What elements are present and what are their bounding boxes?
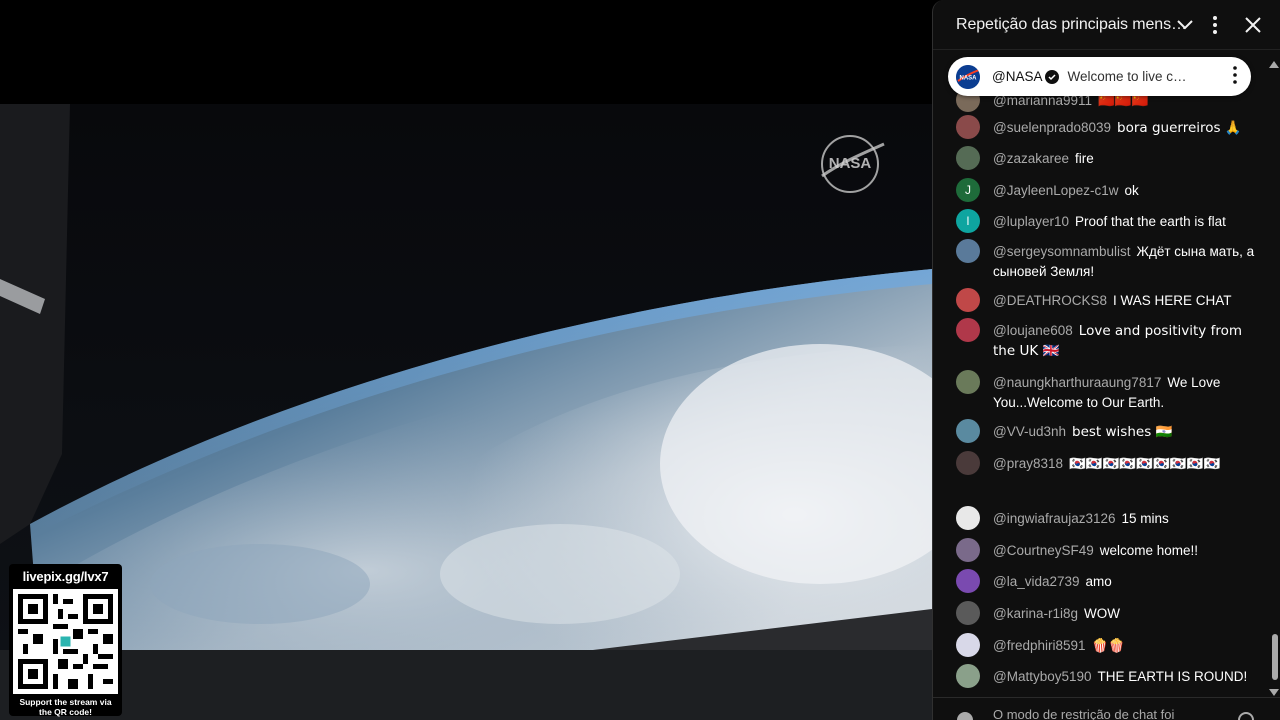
scroll-down-arrow-icon[interactable] bbox=[1269, 684, 1279, 696]
avatar bbox=[956, 664, 980, 688]
chevron-down-icon[interactable] bbox=[1173, 13, 1197, 37]
chat-message[interactable]: @ingwiafraujaz3126 15 mins bbox=[956, 506, 1256, 530]
message-text: THE EARTH IS ROUND! bbox=[1097, 669, 1248, 684]
chat-message[interactable]: @pray8318 🇰🇷🇰🇷🇰🇷🇰🇷🇰🇷🇰🇷🇰🇷🇰🇷🇰🇷 bbox=[956, 451, 1256, 475]
chat-message[interactable]: @zazakaree fire bbox=[956, 146, 1256, 170]
nasa-watermark-logo: NASA bbox=[818, 132, 886, 194]
avatar bbox=[956, 370, 980, 394]
avatar bbox=[956, 601, 980, 625]
message-author[interactable]: @pray8318 bbox=[993, 456, 1063, 471]
chat-message[interactable]: @karina-r1i8g WOW bbox=[956, 601, 1256, 625]
pinned-text: Welcome to live c… bbox=[1067, 69, 1187, 84]
avatar bbox=[956, 288, 980, 312]
close-icon[interactable] bbox=[1241, 13, 1265, 37]
message-text: I WAS HERE CHAT bbox=[1112, 293, 1232, 308]
qr-caption: Support the stream via the QR code! bbox=[19, 697, 112, 717]
message-text: fire bbox=[1075, 151, 1094, 166]
message-author[interactable]: @luplayer10 bbox=[993, 214, 1069, 229]
chat-message[interactable]: J @JayleenLopez-c1w ok bbox=[956, 178, 1256, 202]
chat-message[interactable]: @DEATHROCKS8 I WAS HERE CHAT bbox=[956, 288, 1256, 312]
verified-check-icon bbox=[1045, 69, 1060, 84]
message-text: 🇰🇷🇰🇷🇰🇷🇰🇷🇰🇷🇰🇷🇰🇷🇰🇷🇰🇷 bbox=[1069, 456, 1221, 472]
chat-message[interactable]: @Mattyboy5190 THE EARTH IS ROUND! bbox=[956, 664, 1256, 688]
chat-message[interactable]: @fredphiri8591 🍿🍿 bbox=[956, 633, 1256, 657]
more-options-icon[interactable] bbox=[1203, 13, 1227, 37]
avatar bbox=[956, 318, 980, 342]
message-author[interactable]: @CourtneySF49 bbox=[993, 543, 1094, 558]
message-text: 15 mins bbox=[1121, 511, 1169, 526]
message-text: bora guerreiros 🙏 bbox=[1117, 120, 1242, 136]
avatar bbox=[956, 451, 980, 475]
avatar bbox=[956, 633, 980, 657]
message-text: amo bbox=[1085, 574, 1112, 589]
message-text: Proof that the earth is flat bbox=[1075, 214, 1226, 229]
message-author[interactable]: @sergeysomnambulist bbox=[993, 244, 1131, 259]
message-author[interactable]: @Mattyboy5190 bbox=[993, 669, 1092, 684]
restricted-mode-text: O modo de restrição de chat foi bbox=[993, 707, 1175, 720]
message-author[interactable]: @ingwiafraujaz3126 bbox=[993, 511, 1116, 526]
message-author[interactable]: @zazakaree bbox=[993, 151, 1069, 166]
nasa-avatar: NASA bbox=[956, 64, 980, 89]
chat-footer: O modo de restrição de chat foi bbox=[933, 697, 1280, 720]
video-frame bbox=[0, 104, 932, 654]
chat-message[interactable]: @sergeysomnambulist Ждёт сына мать, а сын… bbox=[956, 239, 1256, 282]
qr-url: livepix.gg/lvx7 bbox=[22, 569, 109, 584]
avatar bbox=[956, 115, 980, 139]
message-author[interactable]: @DEATHROCKS8 bbox=[993, 293, 1107, 308]
svg-text:NASA: NASA bbox=[959, 75, 977, 81]
avatar: J bbox=[956, 178, 980, 202]
chat-message[interactable]: @VV-ud3nh best wishes 🇮🇳 bbox=[956, 419, 1256, 443]
message-author[interactable]: @la_vida2739 bbox=[993, 574, 1080, 589]
message-author[interactable]: @suelenprado8039 bbox=[993, 120, 1111, 135]
chat-mode-title[interactable]: Repetição das principais mens… bbox=[956, 16, 1187, 34]
pinned-author[interactable]: @NASA bbox=[992, 69, 1042, 84]
chat-message-list[interactable]: @marianna9911 🇨🇳🇨🇳🇨🇳 @suelenprado8039 bora… bbox=[933, 85, 1263, 697]
avatar bbox=[956, 419, 980, 443]
scrollbar-thumb[interactable] bbox=[1272, 634, 1278, 680]
video-player[interactable]: NASA livepix.gg/lvx7 Support the stream … bbox=[0, 0, 932, 720]
avatar bbox=[956, 506, 980, 530]
message-text: welcome home!! bbox=[1099, 543, 1199, 558]
message-author[interactable]: @JayleenLopez-c1w bbox=[993, 183, 1119, 198]
message-text: WOW bbox=[1084, 606, 1120, 621]
message-author[interactable]: @VV-ud3nh bbox=[993, 424, 1066, 439]
pinned-message[interactable]: NASA @NASA Welcome to live c… bbox=[948, 57, 1251, 96]
avatar bbox=[956, 239, 980, 263]
info-icon[interactable] bbox=[1238, 712, 1254, 720]
chat-message[interactable]: l @luplayer10 Proof that the earth is fla… bbox=[956, 209, 1256, 233]
live-chat-panel: Repetição das principais mens… @marianna… bbox=[932, 0, 1280, 720]
message-author[interactable]: @karina-r1i8g bbox=[993, 606, 1078, 621]
message-author[interactable]: @loujane608 bbox=[993, 323, 1073, 338]
video-lower-area bbox=[0, 650, 932, 720]
svg-text:NASA: NASA bbox=[829, 155, 872, 172]
donation-qr-card[interactable]: livepix.gg/lvx7 Support the stream via t… bbox=[9, 564, 122, 717]
avatar bbox=[956, 569, 980, 593]
restricted-mode-icon bbox=[957, 712, 973, 720]
avatar bbox=[956, 146, 980, 170]
pinned-more-options-icon[interactable] bbox=[1233, 66, 1237, 89]
chat-message[interactable]: @CourtneySF49 welcome home!! bbox=[956, 538, 1256, 562]
chat-message[interactable]: @naungkharthuraaung7817 We Love You...Wel… bbox=[956, 370, 1256, 413]
avatar bbox=[956, 538, 980, 562]
message-text: ok bbox=[1124, 183, 1139, 198]
message-text: best wishes 🇮🇳 bbox=[1072, 424, 1173, 440]
chat-message[interactable]: @la_vida2739 amo bbox=[956, 569, 1256, 593]
chat-message[interactable]: @suelenprado8039 bora guerreiros 🙏 bbox=[956, 115, 1256, 139]
chat-message[interactable]: @loujane608 Love and positivity from the … bbox=[956, 318, 1256, 361]
chat-header: Repetição das principais mens… bbox=[933, 0, 1280, 50]
earth-from-space-image bbox=[0, 104, 932, 654]
message-text: 🍿🍿 bbox=[1091, 638, 1126, 654]
qr-code bbox=[13, 589, 118, 694]
message-author[interactable]: @naungkharthuraaung7817 bbox=[993, 375, 1161, 390]
avatar: l bbox=[956, 209, 980, 233]
scroll-up-arrow-icon[interactable] bbox=[1269, 55, 1279, 68]
message-author[interactable]: @fredphiri8591 bbox=[993, 638, 1086, 653]
